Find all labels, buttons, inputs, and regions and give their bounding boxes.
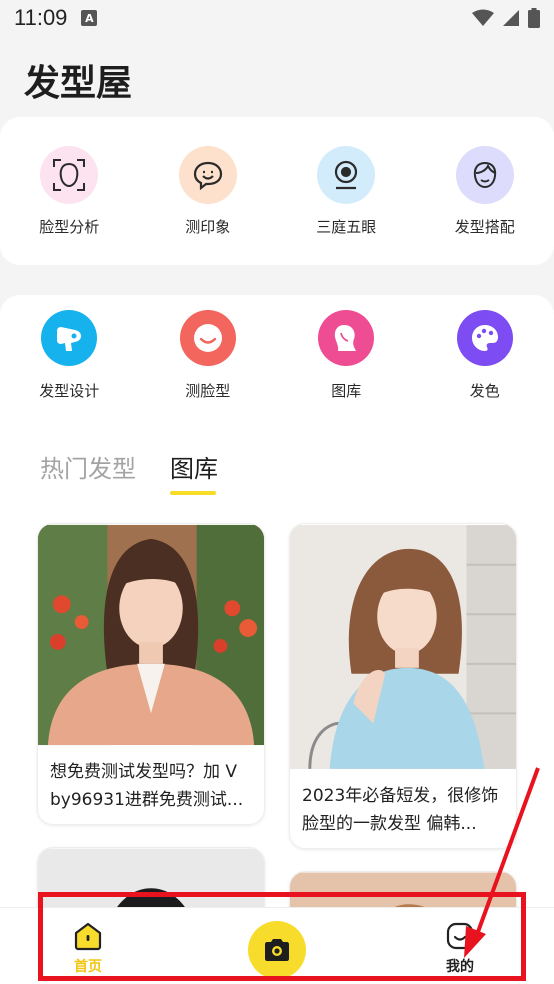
feature-gallery[interactable]: 图库 [277, 295, 416, 413]
hair-dryer-icon [41, 310, 98, 366]
notification-icon: A [81, 10, 98, 26]
content-area: 热门发型 图库 想免费测试发型吗？加 V by96931进群免费测试... 20… [0, 413, 554, 984]
chat-smile-icon [178, 146, 237, 204]
secondary-features-card: 发型设计 测脸型 图库 发色 [0, 295, 554, 413]
bottom-nav: 首页 我的 [0, 907, 554, 984]
camera-icon [265, 939, 289, 961]
feature-label: 测印象 [185, 218, 231, 236]
feature-label: 图库 [331, 382, 362, 400]
nav-mine[interactable]: 我的 [444, 920, 476, 976]
status-icons [472, 8, 540, 28]
nav-mine-label: 我的 [446, 959, 474, 975]
feature-face-analysis[interactable]: 脸型分析 [0, 117, 139, 265]
nav-home-label: 首页 [74, 959, 102, 975]
feature-impression-test[interactable]: 测印象 [139, 117, 278, 265]
tab-bar: 热门发型 图库 [40, 449, 218, 495]
wifi-icon [472, 9, 494, 26]
home-icon [74, 922, 102, 951]
palette-icon [456, 310, 513, 366]
profile-icon [446, 922, 474, 950]
tab-gallery[interactable]: 图库 [170, 449, 218, 495]
feature-label: 三庭五眼 [316, 218, 377, 236]
feature-hair-design[interactable]: 发型设计 [0, 295, 139, 413]
feature-label: 脸型分析 [39, 218, 100, 236]
post-card[interactable]: 想免费测试发型吗？加 V by96931进群免费测试... [37, 523, 265, 825]
feature-label: 发色 [469, 382, 500, 400]
tab-hot-hairstyles[interactable]: 热门发型 [40, 449, 136, 484]
post-image [290, 525, 516, 769]
status-time: 11:09 [14, 5, 68, 30]
status-bar: 11:09 A [0, 0, 554, 36]
feature-face-shape-test[interactable]: 测脸型 [139, 295, 278, 413]
feature-label: 发型搭配 [454, 218, 515, 236]
signal-icon [503, 10, 519, 26]
app-title: 发型屋 [24, 63, 133, 104]
battery-icon [528, 8, 540, 28]
feature-hair-color[interactable]: 发色 [416, 295, 554, 413]
post-card[interactable]: 2023年必备短发，很修饰脸型的一款发型 偏韩... [289, 523, 517, 849]
feature-hair-matching[interactable]: 发型搭配 [416, 117, 554, 265]
feature-label: 发型设计 [39, 382, 100, 400]
camera-button[interactable] [248, 921, 306, 979]
post-caption: 2023年必备短发，很修饰脸型的一款发型 偏韩... [302, 786, 499, 834]
tab-active-indicator [170, 491, 216, 495]
post-caption: 想免费测试发型吗？加 V by96931进群免费测试... [50, 762, 244, 810]
webcam-icon [317, 146, 376, 204]
feature-label: 测脸型 [185, 382, 231, 400]
smile-face-icon [179, 310, 236, 366]
face-scan-icon [40, 146, 99, 204]
hair-face-icon [455, 146, 514, 204]
tab-gallery-label: 图库 [170, 455, 218, 483]
primary-features-card: 脸型分析 测印象 三庭五眼 发型搭配 [0, 117, 554, 265]
nav-home[interactable]: 首页 [72, 920, 104, 976]
post-image [38, 524, 264, 746]
woman-profile-icon [318, 310, 375, 366]
feature-proportions[interactable]: 三庭五眼 [277, 117, 416, 265]
